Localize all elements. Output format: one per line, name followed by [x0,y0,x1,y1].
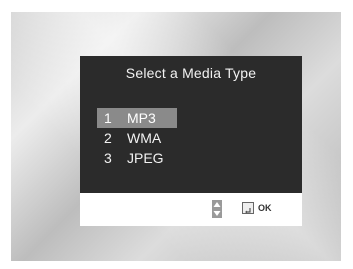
menu-item-mp3[interactable]: 1 MP3 [97,108,177,128]
dialog-title: Select a Media Type [125,65,257,81]
dialog-footer: OK [80,193,302,226]
menu-item-label: JPEG [127,150,164,166]
media-type-menu: 1 MP3 2 WMA 3 JPEG [97,108,177,168]
menu-item-label: WMA [127,130,162,146]
menu-item-number: 1 [104,110,112,126]
menu-item-number: 3 [104,150,112,166]
dialog-body: Select a Media Type 1 MP3 2 WMA 3 JPEG [80,56,302,193]
menu-item-jpeg[interactable]: 3 JPEG [97,148,177,168]
menu-item-wma[interactable]: 2 WMA [97,128,177,148]
enter-icon [242,202,254,214]
up-down-arrows-icon [212,200,222,218]
ok-label: OK [258,203,272,213]
media-type-dialog: Select a Media Type 1 MP3 2 WMA 3 JPEG O… [80,56,302,226]
menu-item-label: MP3 [127,110,156,126]
menu-item-number: 2 [104,130,112,146]
